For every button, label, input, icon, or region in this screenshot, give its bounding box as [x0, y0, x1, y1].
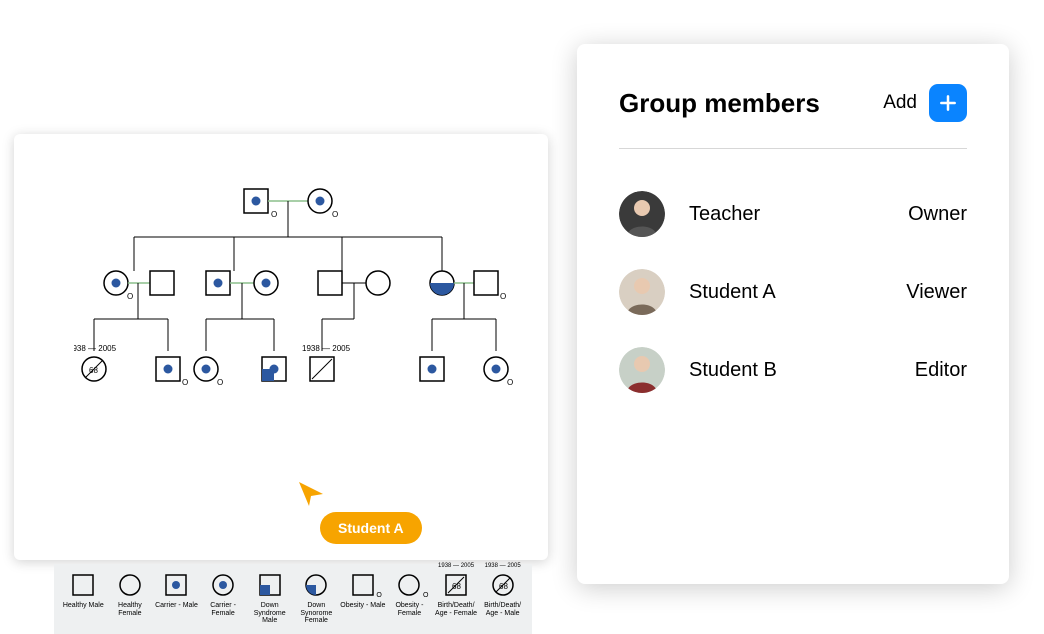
- legend-obesity-female: O Obesity - Female: [386, 572, 433, 617]
- legend-healthy-male: Healthy Male: [60, 572, 107, 610]
- pedigree-card: O O O: [14, 134, 548, 560]
- pedigree-diagram: O O O: [74, 179, 514, 429]
- member-role: Editor: [915, 359, 967, 382]
- svg-text:O: O: [182, 378, 188, 387]
- member-name: Student B: [689, 359, 915, 382]
- svg-text:68: 68: [452, 582, 461, 591]
- member-row[interactable]: Student B Editor: [619, 331, 967, 409]
- member-name: Student A: [689, 281, 906, 304]
- member-name: Teacher: [689, 203, 908, 226]
- svg-text:68: 68: [499, 582, 508, 591]
- collaborator-cursor: [297, 480, 325, 508]
- avatar: [619, 269, 665, 315]
- legend-bda-male: 1938 — 2005 68 Birth/Death/ Age - Male: [479, 572, 526, 617]
- collaborator-cursor-label: Student A: [320, 512, 422, 544]
- group-members-title: Group members: [619, 88, 820, 119]
- legend: Healthy Male Healthy Female Carrier - Ma…: [54, 564, 532, 634]
- svg-text:O: O: [127, 292, 133, 301]
- legend-healthy-female: Healthy Female: [107, 572, 154, 617]
- group-members-header: Group members Add: [619, 84, 967, 149]
- svg-text:1938 — 2005: 1938 — 2005: [74, 344, 117, 353]
- legend-carrier-female: Carrier - Female: [200, 572, 247, 617]
- add-member-button[interactable]: Add: [883, 84, 967, 122]
- member-role: Viewer: [906, 281, 967, 304]
- legend-bda-female: 1938 — 2005 68 Birth/Death/ Age - Female: [433, 572, 480, 617]
- svg-text:O: O: [217, 378, 223, 387]
- svg-text:68: 68: [89, 366, 98, 375]
- legend-carrier-male: Carrier - Male: [153, 572, 200, 610]
- svg-text:1938 — 2005: 1938 — 2005: [302, 344, 351, 353]
- member-row[interactable]: Teacher Owner: [619, 175, 967, 253]
- legend-down-female: Down Synorome Female: [293, 572, 340, 625]
- legend-obesity-male: O Obesity - Male: [340, 572, 387, 610]
- svg-text:O: O: [500, 292, 506, 301]
- member-role: Owner: [908, 203, 967, 226]
- add-member-label: Add: [883, 92, 917, 114]
- legend-down-male: Down Syndrome Male: [246, 572, 293, 625]
- avatar: [619, 347, 665, 393]
- member-row[interactable]: Student A Viewer: [619, 253, 967, 331]
- group-members-panel: Group members Add Teacher Owner Student …: [577, 44, 1009, 584]
- svg-text:O: O: [332, 210, 338, 219]
- avatar: [619, 191, 665, 237]
- svg-text:O: O: [507, 378, 513, 387]
- svg-text:O: O: [271, 210, 277, 219]
- plus-icon: [929, 84, 967, 122]
